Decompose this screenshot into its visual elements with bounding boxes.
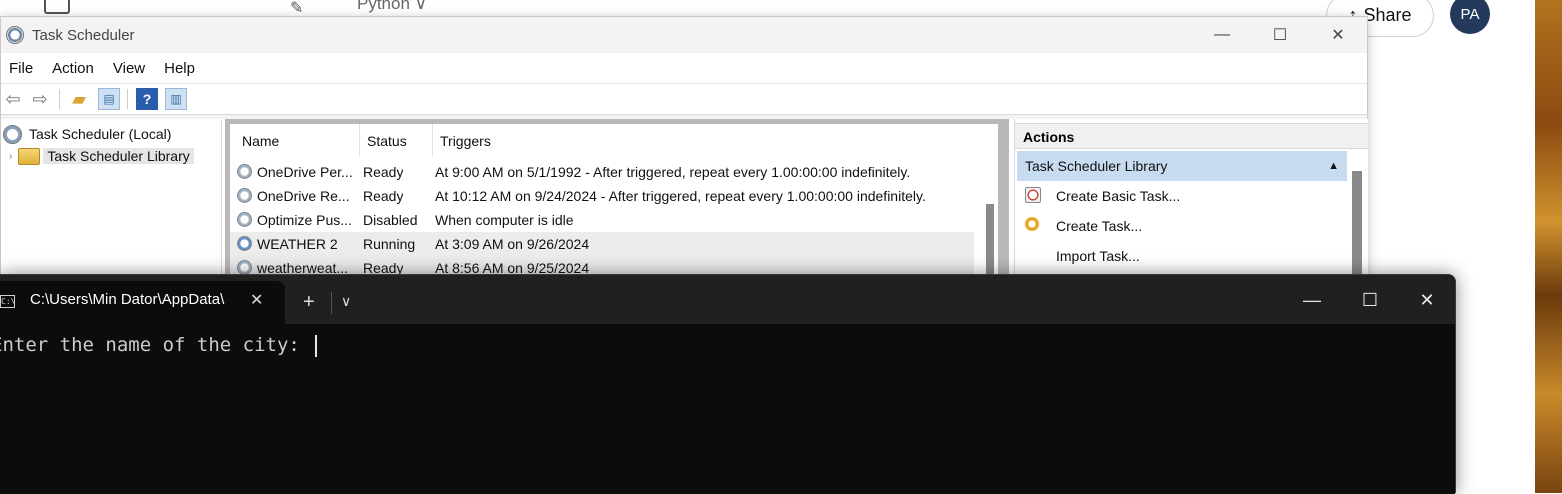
share-label: Share (1363, 5, 1412, 25)
action-create-basic-task[interactable]: Create Basic Task... (1015, 181, 1345, 211)
task-trigger: At 10:12 AM on 9/24/2024 - After trigger… (435, 188, 926, 204)
task-status: Ready (363, 164, 404, 180)
actions-group-library[interactable]: Task Scheduler Library ▲ (1017, 151, 1347, 181)
avatar[interactable]: PA (1450, 0, 1490, 34)
table-row[interactable]: OneDrive Re... Ready At 10:12 AM on 9/24… (230, 184, 974, 208)
terminal-close-button[interactable]: ✕ (1402, 285, 1452, 315)
action-label: Create Basic Task... (1056, 188, 1181, 204)
tab-dropdown-button[interactable]: ∨ (341, 293, 351, 310)
show-hide-action-pane-icon[interactable]: ▥ (165, 88, 187, 110)
task-status: Ready (363, 188, 404, 204)
action-label: Create Task... (1056, 218, 1143, 234)
clock-icon (3, 124, 22, 144)
task-trigger: When computer is idle (435, 212, 574, 228)
action-label: Import Task... (1056, 248, 1140, 264)
model-selector[interactable]: Python ∨ (357, 0, 427, 14)
forward-arrow-icon[interactable]: ⇨ (29, 88, 51, 110)
new-tab-button[interactable]: + (303, 292, 315, 312)
task-scheduler-icon (6, 26, 24, 44)
task-running-icon (237, 236, 252, 251)
terminal-prompt-line: Enter the name of the city: (0, 334, 318, 357)
task-clock-icon (237, 260, 252, 275)
menu-bar: File Action View Help (1, 53, 1367, 83)
menu-file[interactable]: File (9, 60, 33, 77)
folder-clock-icon (18, 147, 41, 165)
task-scheduler-window: Task Scheduler — ☐ ✕ File Action View He… (0, 16, 1368, 317)
maximize-button[interactable]: ☐ (1251, 17, 1309, 53)
create-basic-task-icon (1025, 187, 1041, 203)
column-triggers[interactable]: Triggers (433, 124, 980, 156)
action-import-task[interactable]: Import Task... (1015, 241, 1345, 271)
desktop-wallpaper (1535, 0, 1562, 493)
table-row[interactable]: WEATHER 2 Running At 3:09 AM on 9/26/202… (230, 232, 974, 256)
terminal-window: C:\ C:\Users\Min Dator\AppData\ ✕ + ∨ — … (0, 274, 1456, 494)
window-title: Task Scheduler (32, 26, 135, 44)
minimize-button[interactable]: — (1193, 17, 1251, 53)
task-status: Disabled (363, 212, 418, 228)
task-name: Optimize Pus... (257, 212, 352, 228)
terminal-prompt-text: Enter the name of the city: (0, 334, 312, 356)
task-name: WEATHER 2 (257, 236, 338, 252)
task-trigger: At 9:00 AM on 5/1/1992 - After triggered… (435, 164, 911, 180)
task-trigger: At 3:09 AM on 9/26/2024 (435, 236, 590, 252)
new-chat-icon[interactable]: ✎ (290, 0, 308, 17)
task-name: OneDrive Per... (257, 164, 353, 180)
column-status[interactable]: Status (360, 124, 433, 156)
title-bar[interactable]: Task Scheduler — ☐ ✕ (1, 17, 1367, 53)
task-status: Running (363, 236, 416, 252)
terminal-tab-bar[interactable]: C:\ C:\Users\Min Dator\AppData\ ✕ + ∨ — … (0, 275, 1455, 324)
menu-view[interactable]: View (113, 60, 145, 77)
tree-library-label: Task Scheduler Library (43, 148, 194, 164)
terminal-maximize-button[interactable]: ☐ (1345, 285, 1395, 315)
create-task-icon (1025, 217, 1039, 231)
column-name[interactable]: Name (235, 124, 360, 156)
task-clock-icon (237, 212, 252, 227)
tree-item-library[interactable]: › Task Scheduler Library (9, 145, 194, 167)
task-clock-icon (237, 188, 252, 203)
table-row[interactable]: Optimize Pus... Disabled When computer i… (230, 208, 974, 232)
list-header: Name Status Triggers (230, 124, 980, 156)
action-create-task[interactable]: Create Task... (1015, 211, 1345, 241)
task-clock-icon (237, 164, 252, 179)
close-button[interactable]: ✕ (1309, 17, 1367, 53)
text-cursor (315, 334, 318, 357)
actions-header: Actions (1015, 123, 1368, 149)
show-hide-console-tree-icon[interactable]: ▤ (98, 88, 120, 110)
sidebar-toggle-icon[interactable] (44, 0, 70, 14)
terminal-tab[interactable]: C:\ C:\Users\Min Dator\AppData\ ✕ (0, 281, 285, 324)
tree-root-label: Task Scheduler (Local) (29, 126, 172, 142)
back-arrow-icon[interactable]: ⇦ (2, 88, 24, 110)
terminal-tab-title: C:\Users\Min Dator\AppData\ (30, 291, 225, 308)
terminal-content[interactable]: Enter the name of the city: (0, 324, 1455, 494)
help-icon[interactable]: ? (136, 88, 158, 110)
menu-action[interactable]: Action (52, 60, 94, 77)
open-folder-icon[interactable]: ▰ (68, 88, 90, 110)
terminal-minimize-button[interactable]: — (1287, 285, 1337, 315)
menu-help[interactable]: Help (164, 60, 195, 77)
task-name: OneDrive Re... (257, 188, 350, 204)
tab-close-icon[interactable]: ✕ (250, 290, 263, 310)
actions-group-label: Task Scheduler Library (1025, 158, 1168, 174)
collapse-triangle-icon[interactable]: ▲ (1328, 151, 1339, 181)
tree-root[interactable]: Task Scheduler (Local) (3, 123, 171, 145)
chevron-right-icon[interactable]: › (9, 151, 12, 162)
toolbar: ⇦ ⇨ ▰ ▤ ? ▥ (1, 83, 1367, 115)
table-row[interactable]: OneDrive Per... Ready At 9:00 AM on 5/1/… (230, 160, 974, 184)
cmd-icon: C:\ (0, 295, 15, 308)
